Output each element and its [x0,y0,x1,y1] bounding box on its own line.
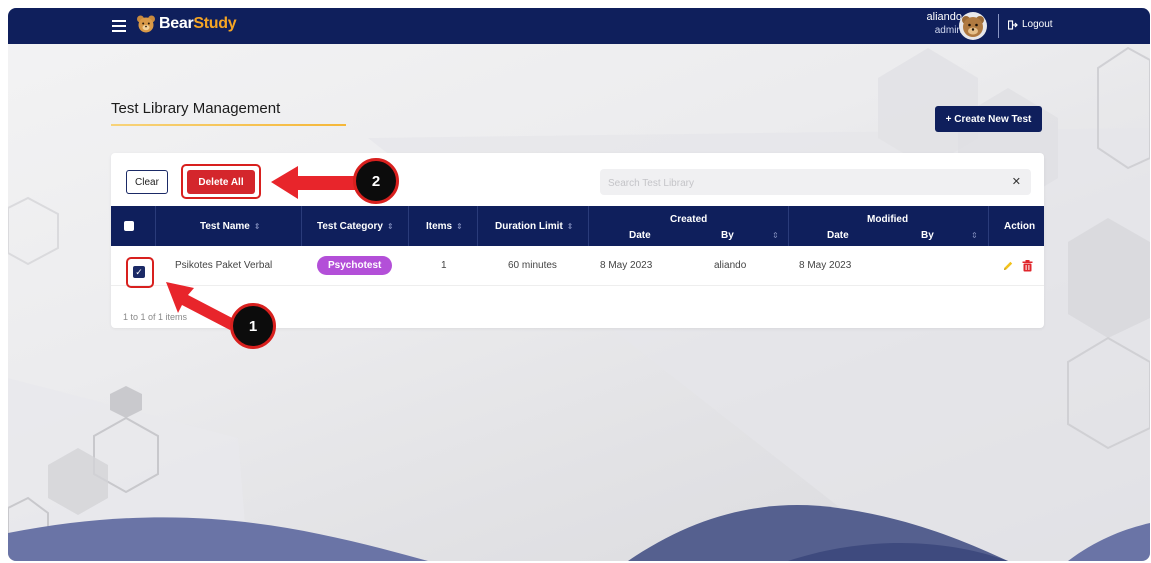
column-duration-limit[interactable]: Duration Limit ⇕ [495,206,573,246]
column-group-created: Created [670,214,708,225]
top-navbar: BearStudy aliando admin Logout [8,8,1150,44]
column-group-modified: Modified [867,214,909,225]
app-frame: BearStudy aliando admin Logout Test Libr… [8,8,1150,561]
sort-icon: ⇕ [386,221,394,231]
user-name: aliando [926,11,962,23]
column-items[interactable]: Items ⇕ [426,206,463,246]
header-separator [588,206,589,246]
cell-modified-date: 8 May 2023 [799,260,852,271]
table-row: Psikotes Paket Verbal Psychotest 1 60 mi… [111,246,1044,286]
cell-created-by: aliando [714,260,747,271]
step-1-marker: 1 [230,303,276,349]
title-underline [111,124,346,126]
cell-duration-limit: 60 minutes [508,260,557,271]
category-badge: Psychotest [317,256,393,275]
sort-icon: ⇕ [456,221,463,231]
navbar-divider [998,14,999,38]
delete-all-highlight [181,164,261,199]
bear-logo-icon [137,15,155,33]
column-test-category-label: Test Category [317,220,383,232]
column-duration-limit-label: Duration Limit [495,220,563,232]
pagination-info: 1 to 1 of 1 items [123,312,188,322]
column-modified-date[interactable]: Date [827,230,849,241]
column-test-name-label: Test Name [200,220,250,232]
column-modified-by[interactable]: By [921,230,934,241]
brand-logo[interactable]: BearStudy [159,15,237,33]
header-separator [477,206,478,246]
column-action: Action [1004,206,1035,246]
page-title: Test Library Management [111,100,281,117]
search-input[interactable] [600,169,990,197]
header-separator [408,206,409,246]
sort-icon: ⇕ [772,231,779,240]
brand-name-part1: Bear [159,15,194,32]
create-new-test-button[interactable]: + Create New Test [935,106,1042,132]
logout-icon [1008,19,1018,30]
delete-trash-icon[interactable] [1022,259,1033,272]
test-library-card: Clear Delete All ✕ Test Name⇕ Test Categ… [111,153,1044,328]
column-created-date[interactable]: Date [629,230,651,241]
hamburger-menu-icon[interactable] [112,18,126,32]
clear-button[interactable]: Clear [126,170,168,194]
column-action-label: Action [1004,220,1036,232]
header-separator [155,206,156,246]
header-separator [301,206,302,246]
table-header: Test Name ⇕ Test Category ⇕ Items ⇕ Duratio… [111,206,1044,246]
cell-items: 1 [441,260,447,271]
select-all-checkbox[interactable] [124,221,134,231]
column-test-category[interactable]: Test Category ⇕ [317,206,394,246]
logout-label: Logout [1022,19,1053,30]
search-box: ✕ [600,169,1031,197]
search-clear-icon[interactable]: ✕ [1012,175,1021,188]
sort-icon: ⇕ [253,221,261,231]
cell-actions [1002,246,1033,285]
column-items-label: Items [426,220,453,232]
column-created-by[interactable]: By [721,230,734,241]
cell-test-name: Psikotes Paket Verbal [175,260,273,271]
column-test-name[interactable]: Test Name ⇕ [200,206,261,246]
edit-pencil-icon[interactable] [1002,260,1014,272]
header-separator [988,206,989,246]
user-role: admin [934,25,962,36]
sort-icon: ⇕ [566,221,574,231]
avatar[interactable] [958,11,988,41]
step-2-marker: 2 [353,158,399,204]
row-checkbox-highlight [126,257,154,288]
cell-created-date: 8 May 2023 [600,260,653,271]
brand-name-part2: Study [193,15,237,32]
user-info: aliando admin [927,11,962,37]
header-separator [788,206,789,246]
logout-button[interactable]: Logout [1008,19,1053,30]
cell-test-category: Psychotest [317,246,393,285]
sort-icon: ⇕ [971,231,978,240]
